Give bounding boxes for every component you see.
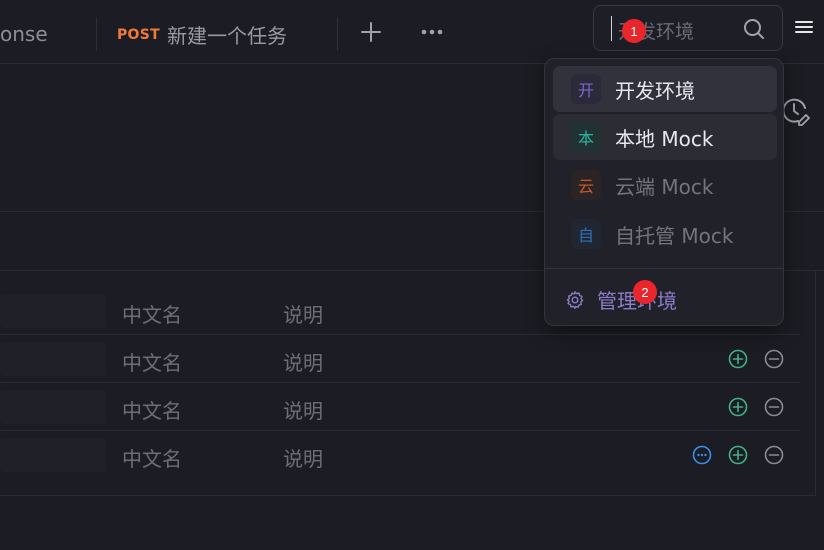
chinese-name-input[interactable]: 中文名 — [122, 347, 182, 376]
name-input[interactable] — [0, 390, 106, 424]
name-input[interactable] — [0, 294, 106, 328]
method-badge: POST — [117, 26, 160, 43]
table-row: 中文名 说明 — [0, 335, 800, 383]
remove-row-icon[interactable] — [764, 445, 784, 465]
more-dots-icon — [421, 29, 443, 35]
hamburger-menu-icon[interactable] — [793, 18, 815, 40]
dropdown-divider — [545, 268, 783, 269]
step-marker: 2 — [633, 280, 657, 304]
table-bottom-border — [0, 495, 816, 496]
history-edit-icon[interactable] — [780, 96, 810, 130]
env-badge: 本 — [571, 122, 601, 152]
chinese-name-input[interactable]: 中文名 — [122, 299, 182, 328]
name-input[interactable] — [0, 438, 106, 472]
remove-row-icon[interactable] — [764, 349, 784, 369]
gear-icon — [566, 290, 584, 309]
name-input[interactable] — [0, 342, 106, 376]
add-row-icon[interactable] — [728, 397, 748, 417]
tab-active[interactable]: POST 新建一个任务 — [117, 20, 287, 49]
table-right-border — [815, 270, 816, 496]
search-icon[interactable] — [742, 17, 766, 45]
chinese-name-input[interactable]: 中文名 — [122, 443, 182, 472]
plus-icon — [361, 22, 381, 42]
remove-row-icon[interactable] — [764, 397, 784, 417]
description-input[interactable]: 说明 — [283, 443, 323, 472]
text-caret — [611, 16, 612, 41]
env-option-self-hosted-mock[interactable]: 自 自托管 Mock — [553, 211, 777, 257]
description-input[interactable]: 说明 — [283, 395, 323, 424]
add-row-icon[interactable] — [728, 445, 748, 465]
description-input[interactable]: 说明 — [283, 299, 323, 328]
env-badge: 自 — [571, 219, 601, 249]
more-options-icon[interactable] — [692, 445, 712, 465]
environment-dropdown: 开 开发环境 本 本地 Mock 云 云端 Mock 自 自托管 Mock 管理… — [544, 58, 784, 326]
table-row: 中文名 说明 — [0, 431, 800, 479]
table-row: 中文名 说明 — [0, 383, 800, 431]
tab-separator — [96, 17, 97, 51]
tab-previous[interactable]: onse — [0, 22, 48, 46]
env-label: 自托管 Mock — [615, 223, 734, 248]
tab-title: 新建一个任务 — [167, 24, 287, 48]
step-marker: 1 — [622, 19, 646, 43]
tab-separator — [337, 17, 338, 51]
add-row-icon[interactable] — [728, 349, 748, 369]
env-label: 云端 Mock — [615, 174, 714, 199]
env-label: 本地 Mock — [615, 126, 714, 151]
manage-environments-button[interactable]: 管理环境 — [565, 285, 677, 314]
env-badge: 云 — [571, 170, 601, 200]
env-badge: 开 — [571, 74, 601, 104]
chinese-name-input[interactable]: 中文名 — [122, 395, 182, 424]
description-input[interactable]: 说明 — [283, 347, 323, 376]
env-label: 开发环境 — [615, 78, 695, 103]
more-tabs-button[interactable] — [420, 20, 444, 44]
add-tab-button[interactable] — [359, 20, 383, 44]
env-option-dev[interactable]: 开 开发环境 — [553, 66, 777, 112]
env-option-local-mock[interactable]: 本 本地 Mock — [553, 114, 777, 160]
env-option-cloud-mock[interactable]: 云 云端 Mock — [553, 162, 777, 208]
tab-bar: onse POST 新建一个任务 开发环境 — [0, 0, 824, 64]
